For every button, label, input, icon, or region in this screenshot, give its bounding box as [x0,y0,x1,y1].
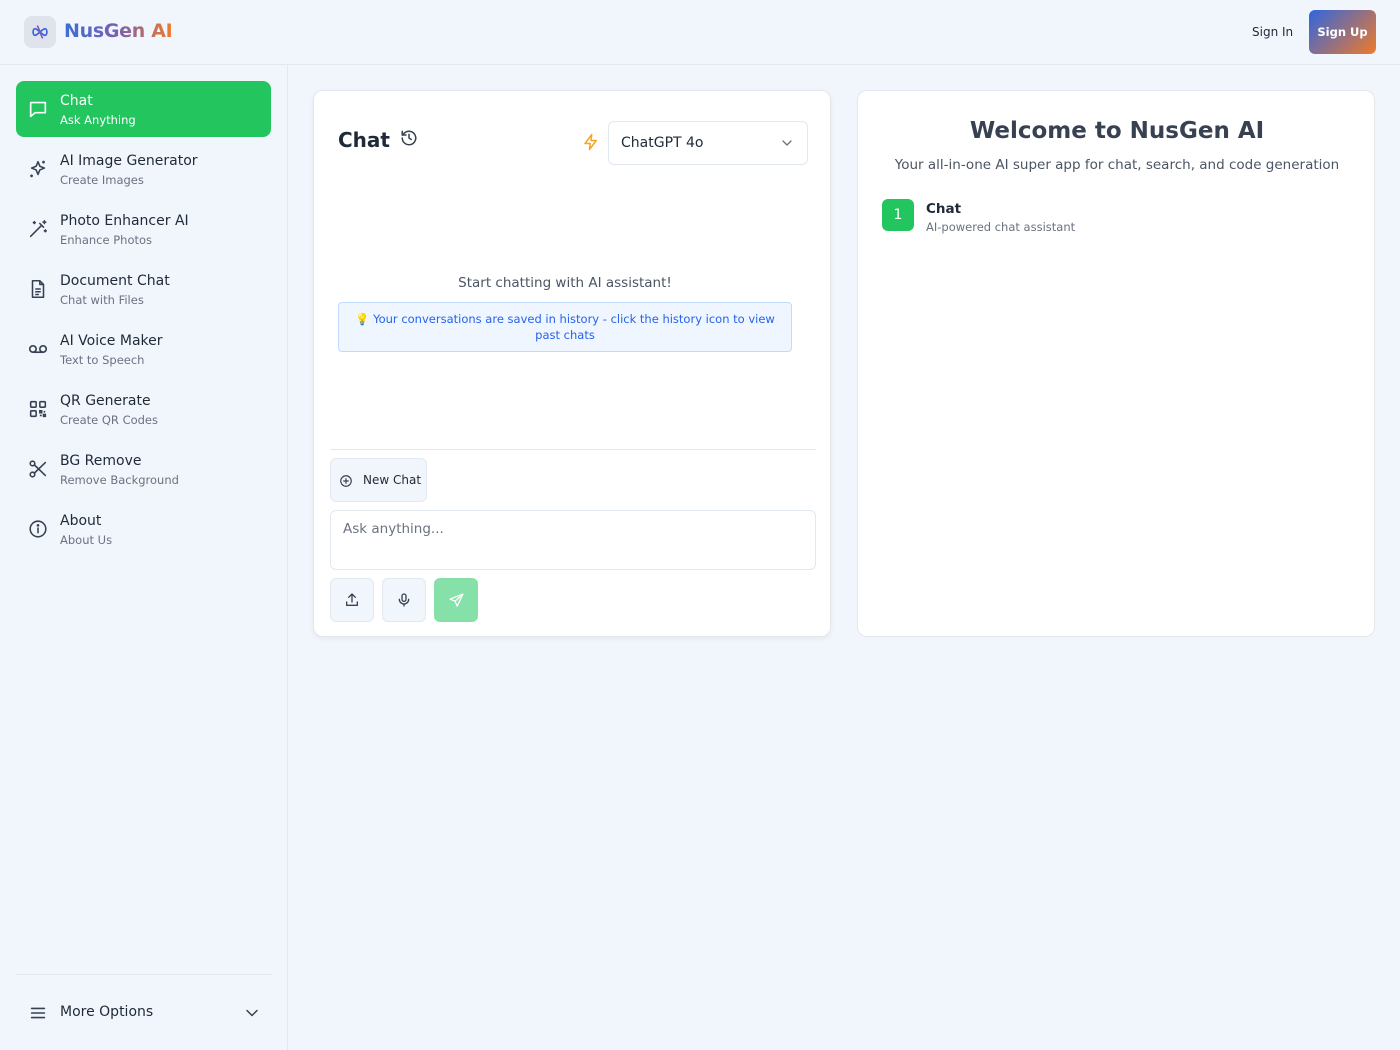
feature-description: AI-powered chat assistant [926,220,1076,234]
sidebar-item-ai-image-generator[interactable]: AI Image Generator Create Images [16,141,271,197]
app-name[interactable]: NusGen AI [64,20,173,42]
sidebar-item-sub: Chat with Files [60,293,144,307]
chat-bubble-icon [27,98,49,120]
sidebar-item-bg-remove[interactable]: BG Remove Remove Background [16,441,271,497]
qr-code-icon [27,398,49,420]
sidebar-item-document-chat[interactable]: Document Chat Chat with Files [16,261,271,317]
new-chat-button[interactable]: New Chat [330,458,427,502]
info-icon [27,518,49,540]
chat-divider [330,449,816,450]
chevron-down-icon [779,135,795,151]
sparkles-icon [27,158,49,180]
sidebar-item-sub: Remove Background [60,473,179,487]
plus-circle-icon [339,474,353,488]
sidebar-item-about[interactable]: About About Us [16,501,271,557]
sidebar-item-chat[interactable]: Chat Ask Anything [16,81,271,137]
upload-button[interactable] [330,578,374,622]
chevron-down-icon [242,1003,262,1023]
sidebar: Chat Ask Anything AI Image Generator Cre… [0,65,288,1050]
voicemail-icon [27,338,49,360]
chat-title: Chat [338,128,390,152]
infinity-logo-icon[interactable] [24,16,56,48]
sidebar-item-label: AI Voice Maker [60,333,163,349]
feature-item: 1 Chat AI-powered chat assistant [882,199,1282,239]
sign-in-button[interactable]: Sign In [1240,16,1305,48]
sidebar-item-sub: About Us [60,533,113,547]
scissors-icon [27,458,49,480]
sidebar-item-label: BG Remove [60,453,142,469]
sidebar-item-ai-voice-maker[interactable]: AI Voice Maker Text to Speech [16,321,271,377]
history-icon[interactable] [400,129,422,151]
sidebar-item-label: Chat [60,93,93,109]
sidebar-item-label: Photo Enhancer AI [60,213,189,229]
send-button[interactable] [434,578,478,622]
send-icon [448,592,465,609]
top-header: NusGen AI Sign In Sign Up [0,0,1400,65]
microphone-icon [396,592,412,608]
welcome-panel: Welcome to NusGen AI Your all-in-one AI … [857,90,1375,637]
new-chat-label: New Chat [363,473,422,487]
bolt-icon [582,133,602,153]
welcome-subtitle: Your all-in-one AI super app for chat, s… [894,157,1340,173]
sidebar-item-sub: Create QR Codes [60,413,158,427]
upload-icon [344,592,360,608]
magic-wand-icon [27,218,49,240]
sidebar-item-label: AI Image Generator [60,153,198,169]
history-notice: 💡 Your conversations are saved in histor… [338,302,792,352]
sidebar-item-label: Document Chat [60,273,170,289]
sidebar-item-label: About [60,513,102,529]
menu-icon [27,1002,49,1024]
empty-state-text: Start chatting with AI assistant! [458,275,672,291]
more-options-button[interactable]: More Options [16,990,271,1036]
microphone-button[interactable] [382,578,426,622]
model-select[interactable]: ChatGPT 4o [608,121,808,165]
sidebar-item-sub: Enhance Photos [60,233,153,247]
more-options-label: More Options [60,1004,154,1020]
document-icon [27,278,49,300]
sidebar-item-qr-generate[interactable]: QR Generate Create QR Codes [16,381,271,437]
sign-up-button[interactable]: Sign Up [1309,10,1376,54]
sidebar-item-label: QR Generate [60,393,151,409]
model-select-value: ChatGPT 4o [621,135,704,151]
sidebar-item-photo-enhancer[interactable]: Photo Enhancer AI Enhance Photos [16,201,271,257]
feature-number-badge: 1 [882,199,914,231]
sidebar-item-sub: Text to Speech [60,353,145,367]
sidebar-item-sub: Ask Anything [60,113,136,127]
welcome-title: Welcome to NusGen AI [969,118,1265,144]
chat-panel: Chat ChatGPT 4o Start chatting with AI a… [313,90,831,637]
sidebar-divider [16,974,272,975]
feature-name: Chat [926,201,962,217]
chat-input[interactable] [330,510,816,570]
sidebar-item-sub: Create Images [60,173,144,187]
